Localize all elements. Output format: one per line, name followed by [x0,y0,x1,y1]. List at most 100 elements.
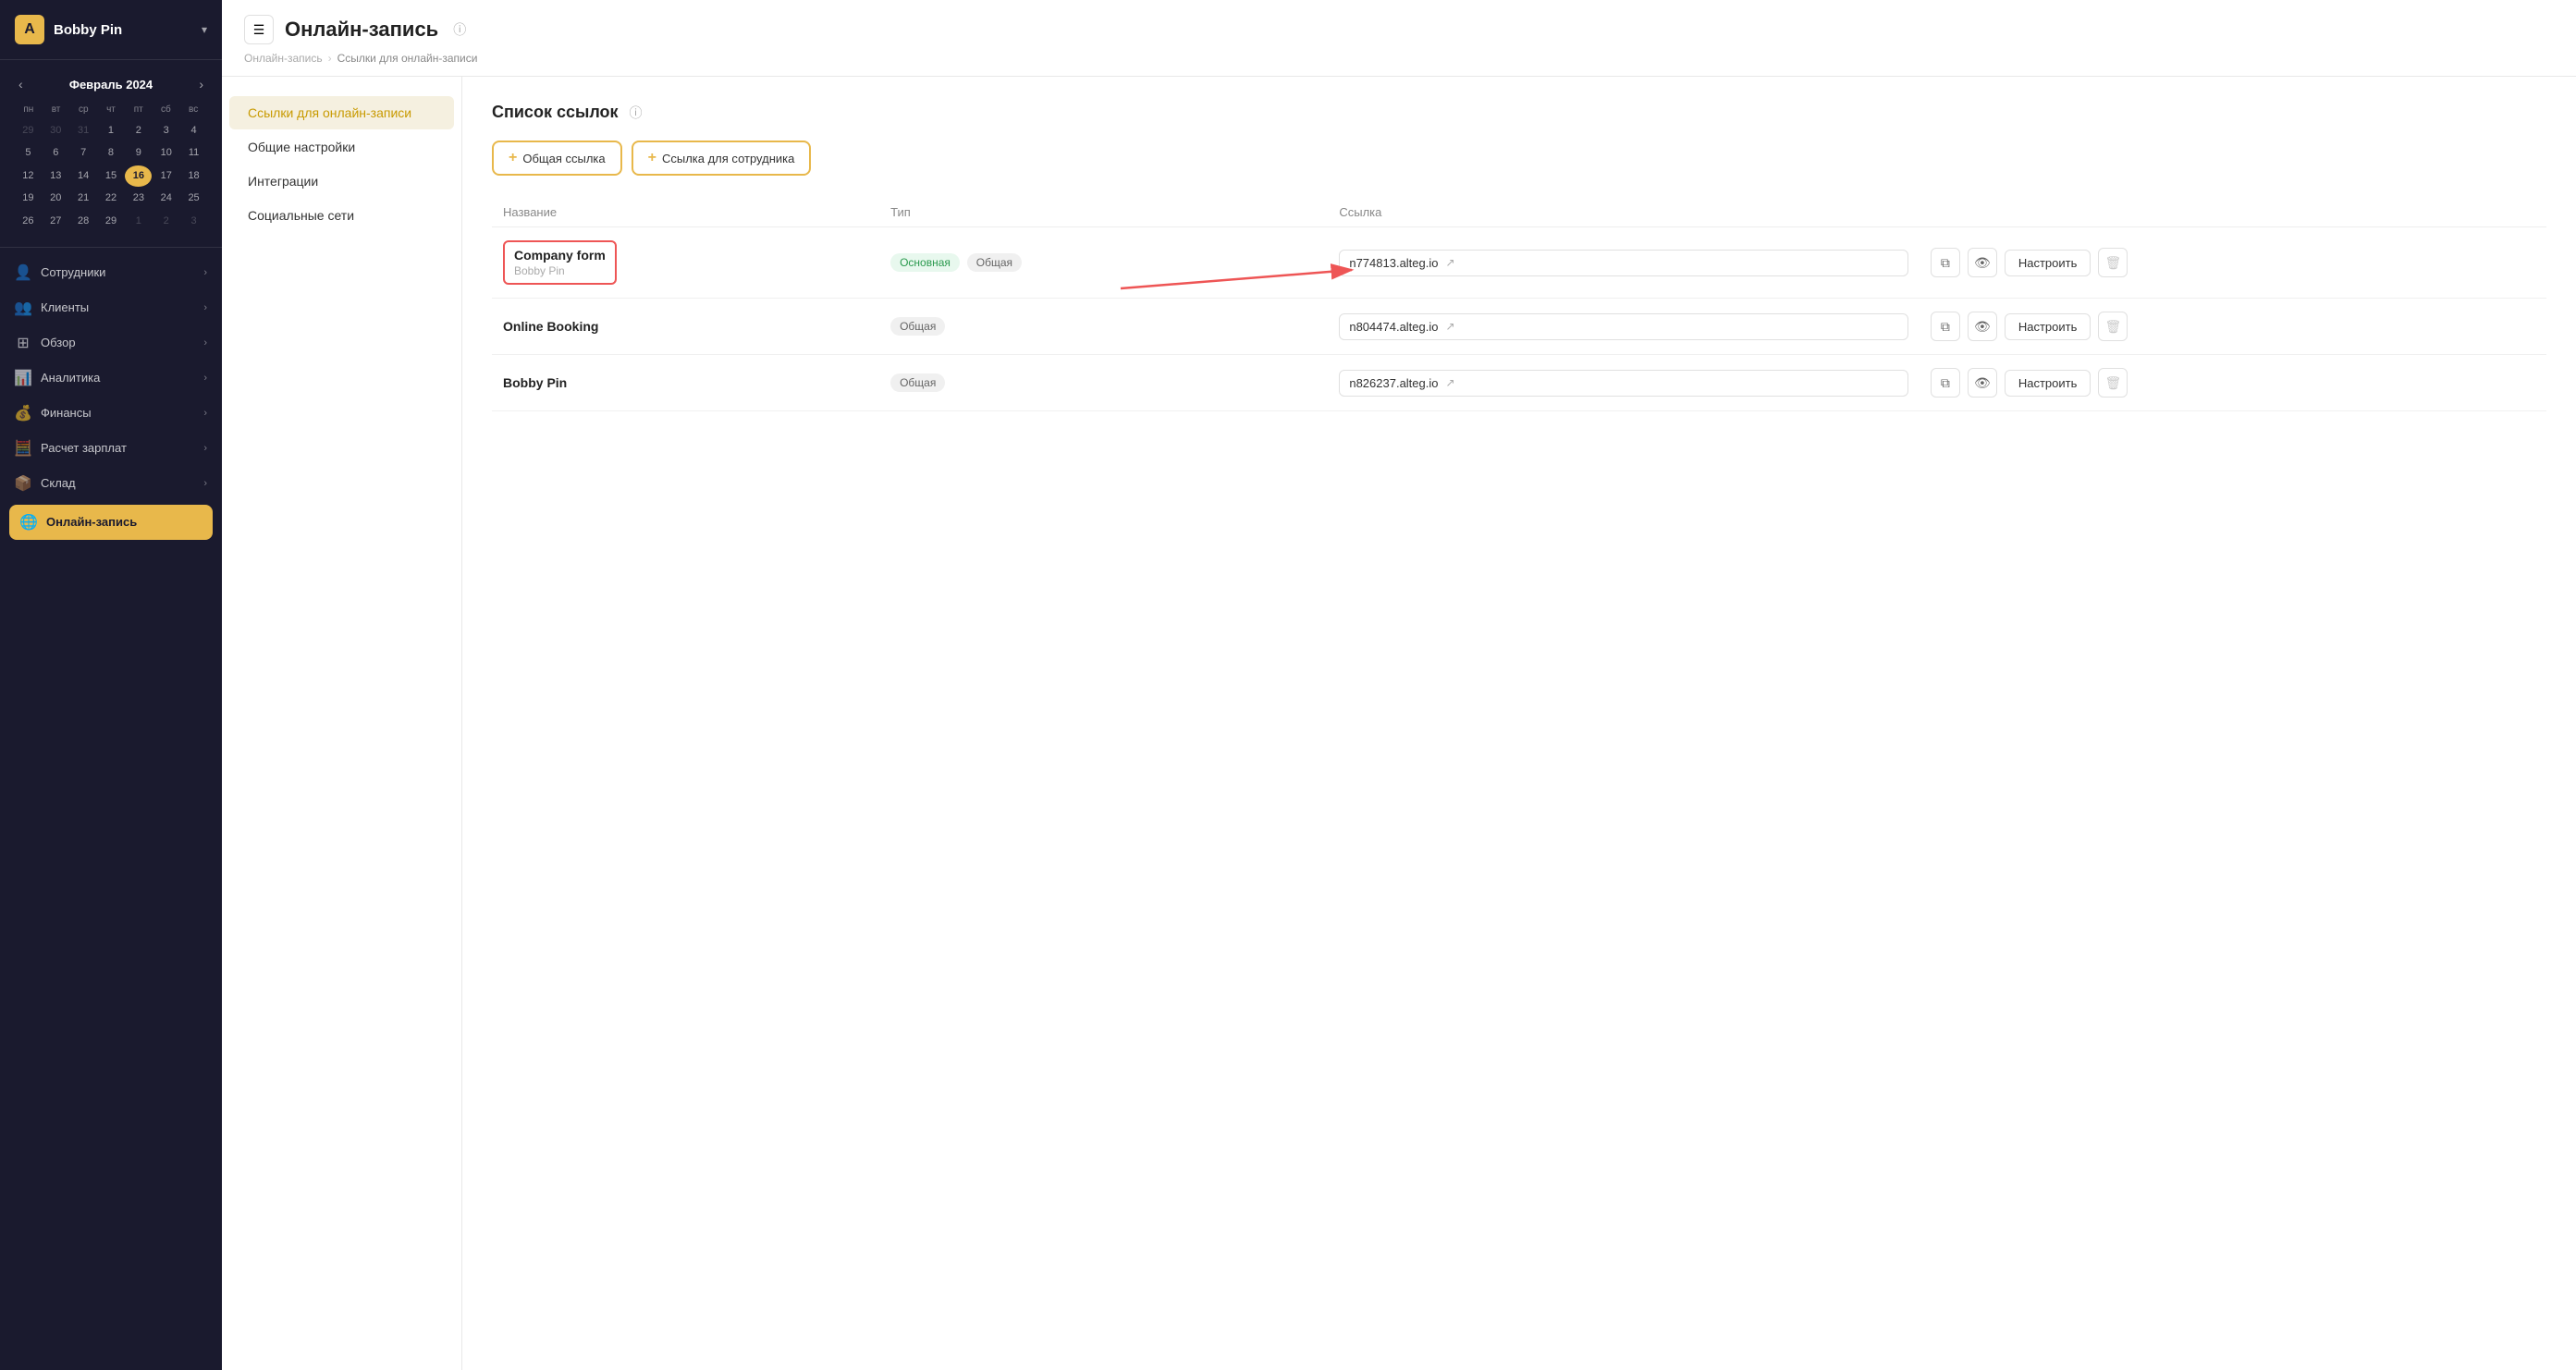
cal-dayname-mon: пн [15,103,43,116]
breadcrumb-current: Ссылки для онлайн-записи [337,52,478,65]
cell-name-1: Company form Bobby Pin [492,227,879,299]
configure-button-1[interactable]: Настроить [2005,250,2091,276]
cal-day[interactable]: 23 [125,188,152,209]
cal-day[interactable]: 14 [70,165,97,187]
cal-dayname-fri: пт [125,103,153,116]
cal-dayname-tue: вт [43,103,70,116]
cal-day[interactable]: 28 [70,211,97,232]
cell-link-1: n774813.alteg.io ↗ [1328,227,1920,299]
cell-name-2: Online Booking [492,299,879,355]
sidebar-item-label: Сотрудники [41,265,194,279]
cal-day[interactable]: 15 [98,165,125,187]
configure-button-3[interactable]: Настроить [2005,370,2091,397]
cal-day[interactable]: 17 [153,165,179,187]
link-url-3: n826237.alteg.io ↗ [1339,370,1908,397]
calendar-days: 29 30 31 1 2 3 4 5 6 7 8 9 10 11 12 13 1… [15,120,207,232]
cal-day[interactable]: 4 [180,120,207,141]
badge-general-3: Общая [890,373,945,392]
delete-button-1[interactable]: 🗑 [2098,248,2128,277]
preview-link-button-2[interactable]: 👁 [1968,312,1997,341]
warehouse-icon: 📦 [15,475,31,492]
sidebar-item-label: Аналитика [41,371,194,385]
side-nav-item-integrations[interactable]: Интеграции [229,165,454,198]
links-info-icon[interactable]: ⓘ [630,104,643,122]
cal-day[interactable]: 24 [153,188,179,209]
configure-button-2[interactable]: Настроить [2005,313,2091,340]
cal-day[interactable]: 3 [153,120,179,141]
cal-day[interactable]: 9 [125,142,152,164]
side-nav-item-social[interactable]: Социальные сети [229,199,454,232]
payroll-icon: 🧮 [15,440,31,457]
sidebar-item-online-booking[interactable]: 🌐 Онлайн-запись [9,505,213,540]
copy-icon: ⧉ [1941,255,1950,271]
cal-day[interactable]: 29 [15,120,42,141]
trash-icon: 🗑 [2104,319,2121,335]
eye-icon: 👁 [1974,375,1991,391]
side-nav-item-settings[interactable]: Общие настройки [229,130,454,164]
side-nav-item-links[interactable]: Ссылки для онлайн-записи [229,96,454,129]
cal-day[interactable]: 10 [153,142,179,164]
cal-day[interactable]: 26 [15,211,42,232]
cal-day[interactable]: 12 [15,165,42,187]
calendar-grid: пн вт ср чт пт сб вс 29 30 31 1 2 3 4 5 … [15,103,207,232]
preview-link-button-1[interactable]: 👁 [1968,248,1997,277]
calendar-prev-button[interactable]: ‹ [15,75,27,93]
delete-button-2[interactable]: 🗑 [2098,312,2128,341]
copy-link-button-1[interactable]: ⧉ [1931,248,1960,277]
cal-day[interactable]: 2 [125,120,152,141]
sidebar-item-finances[interactable]: 💰 Финансы › [0,396,222,431]
trash-icon: 🗑 [2104,255,2121,271]
sidebar-logo[interactable]: A Bobby Pin ▾ [0,0,222,60]
chevron-down-icon: › [203,267,207,278]
cal-day[interactable]: 27 [43,211,69,232]
cal-day[interactable]: 11 [180,142,207,164]
cal-day[interactable]: 18 [180,165,207,187]
link-name-2: Online Booking [503,319,868,334]
cell-type-2: Общая [879,299,1328,355]
top-header: ☰ Онлайн-запись ⓘ Онлайн-запись › Ссылки… [222,0,2576,77]
sidebar-item-warehouse[interactable]: 📦 Склад › [0,466,222,501]
copy-link-button-2[interactable]: ⧉ [1931,312,1960,341]
external-link-icon: ↗ [1446,320,1455,333]
cal-day-today[interactable]: 16 [125,165,152,187]
cal-day[interactable]: 29 [98,211,125,232]
delete-button-3[interactable]: 🗑 [2098,368,2128,398]
preview-link-button-3[interactable]: 👁 [1968,368,1997,398]
cal-day[interactable]: 2 [153,211,179,232]
info-icon[interactable]: ⓘ [453,20,466,39]
cal-day[interactable]: 1 [125,211,152,232]
sidebar-item-clients[interactable]: 👥 Клиенты › [0,290,222,325]
calendar-next-button[interactable]: › [195,75,207,93]
sidebar-item-overview[interactable]: ⊞ Обзор › [0,325,222,361]
menu-toggle-button[interactable]: ☰ [244,15,274,44]
sidebar: A Bobby Pin ▾ ‹ Февраль 2024 › пн вт ср … [0,0,222,1370]
add-employee-link-button[interactable]: + Ссылка для сотрудника [632,141,812,176]
breadcrumb-home-link[interactable]: Онлайн-запись [244,52,323,65]
cal-day[interactable]: 21 [70,188,97,209]
sidebar-item-analytics[interactable]: 📊 Аналитика › [0,361,222,396]
cal-day[interactable]: 25 [180,188,207,209]
cal-day[interactable]: 8 [98,142,125,164]
cal-day[interactable]: 1 [98,120,125,141]
cal-day[interactable]: 22 [98,188,125,209]
cal-day[interactable]: 3 [180,211,207,232]
sidebar-item-payroll[interactable]: 🧮 Расчет зарплат › [0,431,222,466]
sidebar-item-employees[interactable]: 👤 Сотрудники › [0,255,222,290]
cal-day[interactable]: 13 [43,165,69,187]
cal-day[interactable]: 20 [43,188,69,209]
cal-day[interactable]: 5 [15,142,42,164]
calendar-title: Февраль 2024 [69,78,153,92]
link-url-1: n774813.alteg.io ↗ [1339,250,1908,276]
plus-icon: + [648,150,656,166]
link-url-2: n804474.alteg.io ↗ [1339,313,1908,340]
cell-link-2: n804474.alteg.io ↗ [1328,299,1920,355]
chevron-down-icon: › [203,443,207,454]
cal-day[interactable]: 31 [70,120,97,141]
cal-day[interactable]: 19 [15,188,42,209]
add-general-link-button[interactable]: + Общая ссылка [492,141,622,176]
cal-day[interactable]: 7 [70,142,97,164]
copy-link-button-3[interactable]: ⧉ [1931,368,1960,398]
link-name-3: Bobby Pin [503,375,868,390]
cal-day[interactable]: 6 [43,142,69,164]
cal-day[interactable]: 30 [43,120,69,141]
